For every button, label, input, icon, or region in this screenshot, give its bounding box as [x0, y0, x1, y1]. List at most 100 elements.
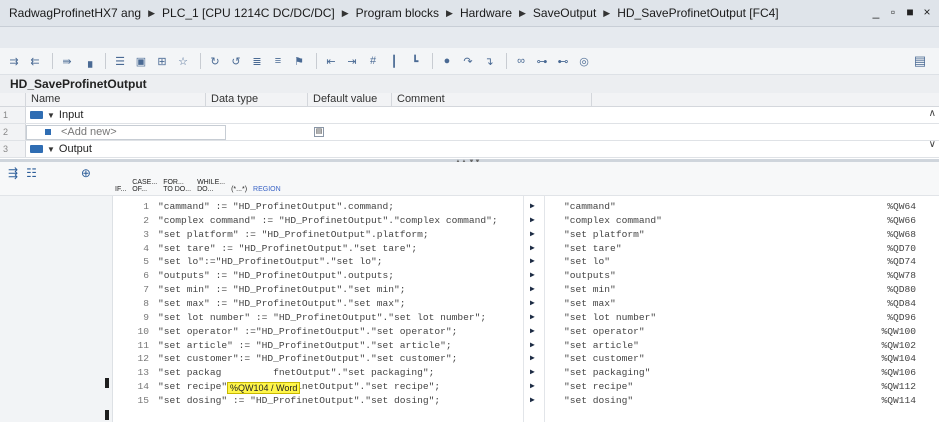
expand-marker-icon[interactable]: ▶ — [530, 229, 536, 239]
code-line[interactable]: 11 "set article" := "HD_ProfinetOutput"."… — [127, 340, 939, 351]
table-icon[interactable]: # — [364, 52, 382, 70]
breadcrumb-program-blocks[interactable]: Program blocks — [355, 6, 440, 20]
display-icon[interactable]: ▣ — [132, 52, 150, 70]
kw-comment[interactable]: (*...*) — [231, 186, 247, 193]
indent-icon[interactable]: ⇶ — [8, 166, 18, 180]
link-icon[interactable]: ∞ — [512, 52, 530, 70]
name-cell[interactable]: ▼ Input — [26, 109, 206, 121]
step-into-icon[interactable]: ↴ — [480, 52, 498, 70]
code-line[interactable]: 6 "outputs" := "HD_ProfinetOutput".output… — [127, 270, 939, 281]
interface-row-input[interactable]: 1 ▼ Input — [0, 107, 939, 124]
float-button[interactable]: ▫ — [887, 5, 899, 19]
insert-network-icon[interactable]: ⇉ — [5, 52, 23, 70]
favorites-icon[interactable]: ☆ — [174, 52, 192, 70]
col-default-value[interactable]: Default value — [308, 93, 392, 106]
add-new-cell[interactable]: <Add new> — [26, 124, 226, 140]
monitoring-icon[interactable]: ↻ — [206, 52, 224, 70]
panel-toggle-icon[interactable]: ▤ — [911, 52, 929, 70]
code-text[interactable]: "set tare" := "HD_ProfinetOutput"."set t… — [158, 243, 417, 254]
code-text[interactable]: "set lot number" := "HD_ProfinetOutput".… — [158, 312, 486, 323]
close-button[interactable]: × — [921, 5, 933, 19]
indent-icon[interactable]: ☰ — [111, 52, 129, 70]
expand-all-icon[interactable]: ⊕ — [81, 166, 91, 180]
kw-case[interactable]: CASE... OF... — [132, 179, 157, 193]
expand-marker-icon[interactable]: ▶ — [530, 215, 536, 225]
code-line[interactable]: 7 "set min" := "HD_ProfinetOutput"."set m… — [127, 284, 939, 295]
code-text[interactable]: "set dosing" := "HD_ProfinetOutput"."set… — [158, 395, 440, 406]
code-text[interactable]: "set packag fnetOutput"."set packaging"; — [158, 367, 434, 378]
kw-if[interactable]: IF... — [115, 186, 126, 193]
align-list-icon[interactable]: ⇥ — [343, 52, 361, 70]
interface-row-add-new[interactable]: 2 <Add new> ▤ — [0, 124, 939, 141]
code-text[interactable]: "set min" := "HD_ProfinetOutput"."set mi… — [158, 284, 406, 295]
code-text[interactable]: "complex command" := "HD_ProfinetOutput"… — [158, 215, 498, 226]
maximize-button[interactable]: ■ — [904, 5, 916, 19]
breadcrumb-project[interactable]: RadwagProfinetHX7 ang — [8, 6, 142, 20]
expand-marker-icon[interactable]: ▶ — [530, 326, 536, 336]
code-line[interactable]: 10 "set operator" :="HD_ProfinetOutput"."… — [127, 326, 939, 337]
code-line[interactable]: 8 "set max" := "HD_ProfinetOutput"."set m… — [127, 298, 939, 309]
breadcrumb-saveoutput[interactable]: SaveOutput — [532, 6, 597, 20]
filter-icon[interactable]: ▗ — [79, 52, 97, 70]
code-line[interactable]: 5 "set lo":="HD_ProfinetOutput"."set lo";… — [127, 256, 939, 267]
code-line[interactable]: 4 "set tare" := "HD_ProfinetOutput"."set … — [127, 243, 939, 254]
expand-marker-icon[interactable]: ▶ — [530, 284, 536, 294]
scroll-up-icon[interactable]: ∧ — [929, 108, 936, 119]
code-text[interactable]: "set article" := "HD_ProfinetOutput"."se… — [158, 340, 452, 351]
code-line[interactable]: 15 "set dosing" := "HD_ProfinetOutput"."s… — [127, 395, 939, 406]
col-data-type[interactable]: Data type — [206, 93, 308, 106]
step-over-icon[interactable]: ↷ — [459, 52, 477, 70]
absolute-address-icon[interactable]: ⊞ — [153, 52, 171, 70]
goto-icon[interactable]: ⇛ — [58, 52, 76, 70]
kw-while[interactable]: WHILE... DO... — [197, 179, 225, 193]
code-text[interactable]: "set platform" := "HD_ProfinetOutput".pl… — [158, 229, 429, 240]
minimize-button[interactable]: _ — [870, 5, 882, 19]
code-text[interactable]: "set customer":= "HD_ProfinetOutput"."se… — [158, 353, 457, 364]
code-line[interactable]: 1 "cammand" := "HD_ProfinetOutput".comman… — [127, 201, 939, 212]
expand-marker-icon[interactable]: ▶ — [530, 243, 536, 253]
col-name[interactable]: Name — [26, 93, 206, 106]
expand-icon[interactable]: ▼ — [47, 145, 55, 154]
breadcrumb-hardware[interactable]: Hardware — [459, 6, 513, 20]
code-line[interactable]: 2 "complex command" := "HD_ProfinetOutput… — [127, 215, 939, 226]
data-type-picker-icon[interactable]: ▤ — [314, 127, 324, 137]
bookmark-icon[interactable]: ⚑ — [290, 52, 308, 70]
mark-icon[interactable]: ┃ — [385, 52, 403, 70]
interface-row-output[interactable]: 3 ▼ Output — [0, 141, 939, 158]
glasses-icon[interactable]: ◎ — [575, 52, 593, 70]
expand-marker-icon[interactable]: ▶ — [530, 353, 536, 363]
delete-network-icon[interactable]: ⇇ — [26, 52, 44, 70]
code-line[interactable]: 3 "set platform" := "HD_ProfinetOutput".p… — [127, 229, 939, 240]
step-icon[interactable]: ┗ — [406, 52, 424, 70]
breadcrumb-block[interactable]: HD_SaveProfinetOutput [FC4] — [616, 6, 779, 20]
code-line[interactable]: 9 "set lot number" := "HD_ProfinetOutput"… — [127, 312, 939, 323]
expand-marker-icon[interactable]: ▶ — [530, 298, 536, 308]
compare-next-icon[interactable]: ⊷ — [554, 52, 572, 70]
kw-for[interactable]: FOR... TO DO... — [163, 179, 191, 193]
kw-region[interactable]: REGION — [253, 186, 281, 193]
expand-marker-icon[interactable]: ▶ — [530, 367, 536, 377]
code-line[interactable]: 12 "set customer":= "HD_ProfinetOutput"."… — [127, 353, 939, 364]
expand-icon[interactable]: ▼ — [47, 111, 55, 120]
compare-icon[interactable]: ⊶ — [533, 52, 551, 70]
code-text[interactable]: "cammand" := "HD_ProfinetOutput".command… — [158, 201, 394, 212]
expand-marker-icon[interactable]: ▶ — [530, 256, 536, 266]
expand-marker-icon[interactable]: ▶ — [530, 312, 536, 322]
align-left-icon[interactable]: ⇤ — [322, 52, 340, 70]
breadcrumb-plc[interactable]: PLC_1 [CPU 1214C DC/DC/DC] — [161, 6, 336, 20]
interface-scrollbar[interactable]: ∧ ∨ — [929, 108, 936, 150]
expand-marker-icon[interactable]: ▶ — [530, 395, 536, 405]
code-text[interactable]: "set lo":="HD_ProfinetOutput"."set lo"; — [158, 256, 383, 267]
comment-icon[interactable]: ↺ — [227, 52, 245, 70]
expand-marker-icon[interactable]: ▶ — [530, 381, 536, 391]
code-text[interactable]: "set max" := "HD_ProfinetOutput"."set ma… — [158, 298, 406, 309]
code-text[interactable]: "outputs" := "HD_ProfinetOutput".outputs… — [158, 270, 394, 281]
format-icon[interactable]: ≡ — [269, 52, 287, 70]
list-icon[interactable]: ☷ — [26, 166, 37, 180]
outdent-icon[interactable]: ≣ — [248, 52, 266, 70]
code-line[interactable]: 13 "set packag fnetOutput"."set packaging… — [127, 367, 939, 378]
scroll-down-icon[interactable]: ∨ — [929, 139, 936, 150]
expand-marker-icon[interactable]: ▶ — [530, 270, 536, 280]
col-comment[interactable]: Comment — [392, 93, 592, 106]
expand-marker-icon[interactable]: ▶ — [530, 201, 536, 211]
